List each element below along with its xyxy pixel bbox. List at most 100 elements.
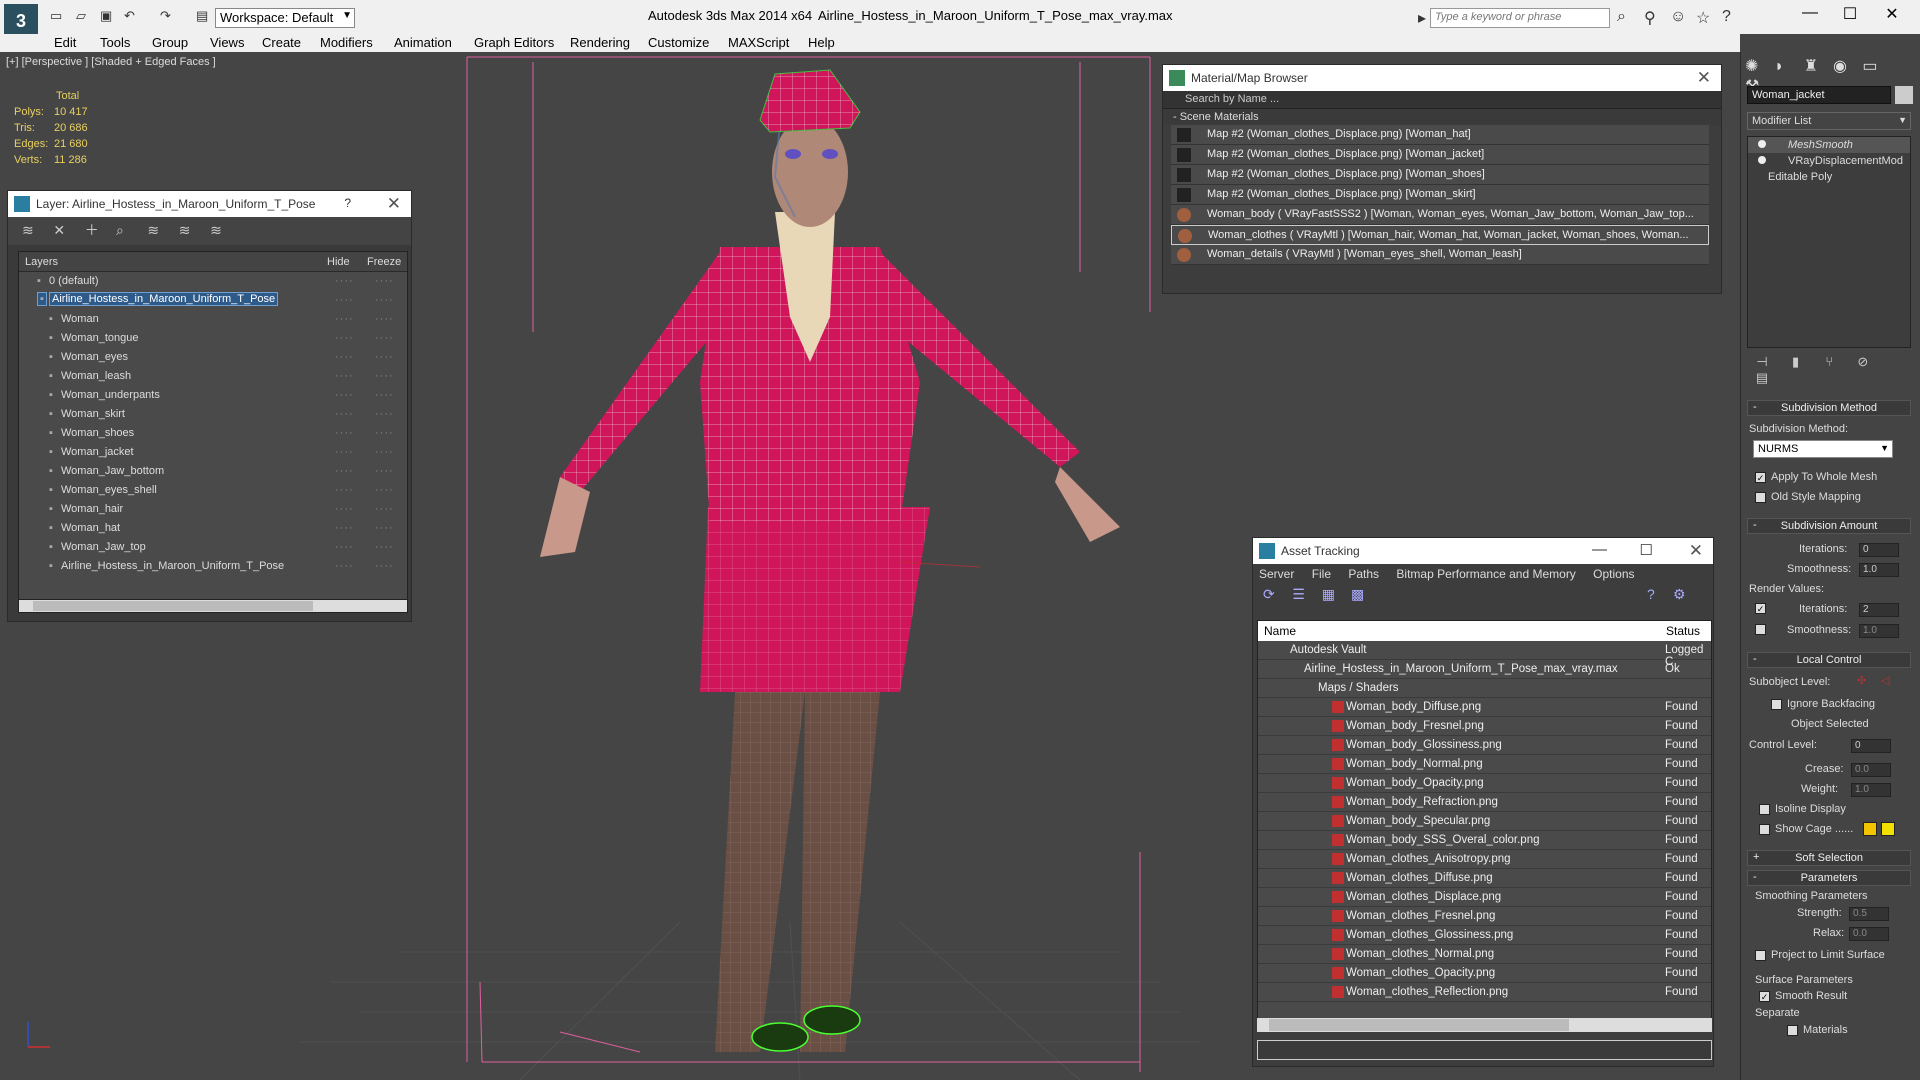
layer-row[interactable]: ▪ 0 (default) ···· ····: [19, 272, 407, 291]
menu-maxscript[interactable]: MAXScript: [728, 35, 789, 50]
layer-row[interactable]: ▪ Airline_Hostess_in_Maroon_Uniform_T_Pos…: [19, 557, 407, 576]
configure-sets-icon[interactable]: ▤: [1747, 370, 1777, 386]
hide-toggle[interactable]: ····: [335, 389, 354, 401]
menu-help[interactable]: Help: [808, 35, 835, 50]
freeze-toggle[interactable]: ····: [375, 389, 394, 401]
light-bulb-icon[interactable]: [1758, 140, 1766, 148]
help-icon[interactable]: ?: [1722, 8, 1731, 26]
asset-row[interactable]: Woman_body_Specular.png Found: [1258, 812, 1711, 831]
new-file-icon[interactable]: ▭: [50, 8, 62, 24]
hide-toggle[interactable]: ····: [335, 351, 354, 363]
table-view-icon[interactable]: ▩: [1351, 586, 1377, 603]
hide-toggle[interactable]: ····: [335, 446, 354, 458]
asset-tracking-title-bar[interactable]: Asset Tracking — ☐ ✕: [1253, 538, 1713, 564]
iterations-spinner[interactable]: 0: [1859, 543, 1899, 557]
keyword-search-input[interactable]: Type a keyword or phrase: [1430, 8, 1610, 28]
hide-toggle[interactable]: ····: [335, 370, 354, 382]
maximize-icon[interactable]: ☐: [1640, 541, 1653, 559]
hide-toggle[interactable]: ····: [335, 275, 354, 287]
undo-icon[interactable]: ↶: [124, 8, 135, 24]
control-level-spinner[interactable]: 0: [1851, 739, 1891, 753]
layer-row[interactable]: ▪ Woman ···· ····: [19, 310, 407, 329]
refresh-icon[interactable]: ⟳: [1263, 586, 1289, 603]
layer-row[interactable]: ▪ Woman_underpants ···· ····: [19, 386, 407, 405]
menu-group[interactable]: Group: [152, 35, 188, 50]
material-row[interactable]: Woman_body ( VRayFastSSS2 ) [Woman, Woma…: [1171, 205, 1709, 225]
freeze-toggle[interactable]: ····: [375, 294, 394, 306]
column-status[interactable]: Status: [1666, 624, 1700, 638]
asset-row[interactable]: Woman_body_Normal.png Found: [1258, 755, 1711, 774]
menu-edit[interactable]: Edit: [54, 35, 76, 50]
asset-row[interactable]: Woman_body_SSS_Overal_color.png Found: [1258, 831, 1711, 850]
freeze-all-layers-icon[interactable]: ≋: [210, 222, 238, 239]
highlight-layer-icon[interactable]: ≋: [147, 222, 175, 239]
scrollbar-thumb[interactable]: [33, 601, 313, 611]
render-smoothness-checkbox[interactable]: [1755, 624, 1766, 635]
asset-menu-file[interactable]: File: [1312, 567, 1331, 581]
make-unique-icon[interactable]: ⑂: [1814, 354, 1844, 369]
layer-row[interactable]: ▪ Woman_shoes ···· ····: [19, 424, 407, 443]
column-layers[interactable]: Layers: [25, 256, 58, 268]
column-freeze[interactable]: Freeze: [367, 256, 401, 268]
material-row[interactable]: Woman_details ( VRayMtl ) [Woman_eyes_sh…: [1171, 245, 1709, 265]
list-view-icon[interactable]: ☰: [1292, 586, 1318, 603]
subdivision-method-select[interactable]: NURMS ▼: [1753, 440, 1893, 458]
help-icon[interactable]: ?: [1647, 586, 1673, 602]
hide-toggle[interactable]: ····: [335, 522, 354, 534]
asset-path-field[interactable]: [1257, 1040, 1712, 1060]
material-browser-title-bar[interactable]: Material/Map Browser ✕: [1163, 65, 1721, 91]
weight-spinner[interactable]: 1.0: [1851, 783, 1891, 797]
menu-graph-editors[interactable]: Graph Editors: [474, 35, 554, 50]
asset-row[interactable]: Airline_Hostess_in_Maroon_Uniform_T_Pose…: [1258, 660, 1711, 679]
subdivision-method-rollout[interactable]: - Subdivision Method: [1747, 400, 1911, 416]
menu-tools[interactable]: Tools: [100, 35, 130, 50]
close-icon[interactable]: ✕: [1689, 541, 1703, 561]
smooth-result-checkbox[interactable]: ✓: [1759, 991, 1770, 1002]
redo-icon[interactable]: ↷: [160, 8, 171, 24]
show-cage-checkbox[interactable]: [1759, 824, 1770, 835]
app-logo-icon[interactable]: 3: [4, 4, 38, 38]
material-row[interactable]: Map #2 (Woman_clothes_Displace.png) [Wom…: [1171, 125, 1709, 145]
asset-row[interactable]: Autodesk Vault Logged C: [1258, 641, 1711, 668]
asset-row[interactable]: Woman_clothes_Normal.png Found: [1258, 945, 1711, 964]
layer-horizontal-scrollbar[interactable]: [18, 599, 408, 613]
apply-whole-mesh-checkbox[interactable]: ✓: [1755, 472, 1766, 483]
settings-icon[interactable]: ⚙: [1673, 586, 1699, 603]
freeze-toggle[interactable]: ····: [375, 541, 394, 553]
menu-rendering[interactable]: Rendering: [570, 35, 630, 50]
freeze-toggle[interactable]: ····: [375, 427, 394, 439]
close-icon[interactable]: ✕: [1697, 68, 1711, 88]
layer-row[interactable]: ▪ Airline_Hostess_in_Maroon_Uniform_T_Pos…: [19, 291, 407, 310]
cage-color-swatch-2[interactable]: [1881, 822, 1895, 836]
character-model[interactable]: [540, 69, 1120, 1052]
hide-toggle[interactable]: ····: [335, 465, 354, 477]
menu-views[interactable]: Views: [210, 35, 244, 50]
freeze-toggle[interactable]: ····: [375, 313, 394, 325]
stack-item-vraydisplacement[interactable]: VRayDisplacementMod: [1748, 153, 1910, 169]
motion-tab-icon[interactable]: ◉: [1833, 56, 1859, 76]
modifier-list-dropdown[interactable]: Modifier List ▼: [1747, 112, 1911, 130]
material-row[interactable]: Map #2 (Woman_clothes_Displace.png) [Wom…: [1171, 145, 1709, 165]
ignore-backfacing-checkbox[interactable]: [1771, 699, 1782, 710]
hide-toggle[interactable]: ····: [335, 427, 354, 439]
asset-row[interactable]: Woman_body_Fresnel.png Found: [1258, 717, 1711, 736]
freeze-toggle[interactable]: ····: [375, 560, 394, 572]
layer-row[interactable]: ▪ Woman_hair ···· ····: [19, 500, 407, 519]
strength-spinner[interactable]: 0.5: [1849, 907, 1889, 921]
thumbnail-view-icon[interactable]: ▦: [1322, 586, 1348, 603]
menu-animation[interactable]: Animation: [394, 35, 452, 50]
remove-modifier-icon[interactable]: ⊘: [1848, 354, 1878, 370]
hide-toggle[interactable]: ····: [335, 503, 354, 515]
light-bulb-icon[interactable]: [1758, 156, 1766, 164]
close-icon[interactable]: ✕: [1872, 4, 1912, 24]
maximize-icon[interactable]: ☐: [1830, 4, 1870, 24]
freeze-toggle[interactable]: ····: [375, 408, 394, 420]
layer-row[interactable]: ▪ Woman_tongue ···· ····: [19, 329, 407, 348]
stack-item-editable-poly[interactable]: Editable Poly: [1748, 169, 1910, 185]
material-row[interactable]: Map #2 (Woman_clothes_Displace.png) [Wom…: [1171, 185, 1709, 205]
smoothness-spinner[interactable]: 1.0: [1859, 563, 1899, 577]
render-smoothness-spinner[interactable]: 1.0: [1859, 624, 1899, 638]
asset-menu-options[interactable]: Options: [1593, 567, 1634, 581]
cage-color-swatch-1[interactable]: [1863, 822, 1877, 836]
layer-row[interactable]: ▪ Woman_Jaw_top ···· ····: [19, 538, 407, 557]
